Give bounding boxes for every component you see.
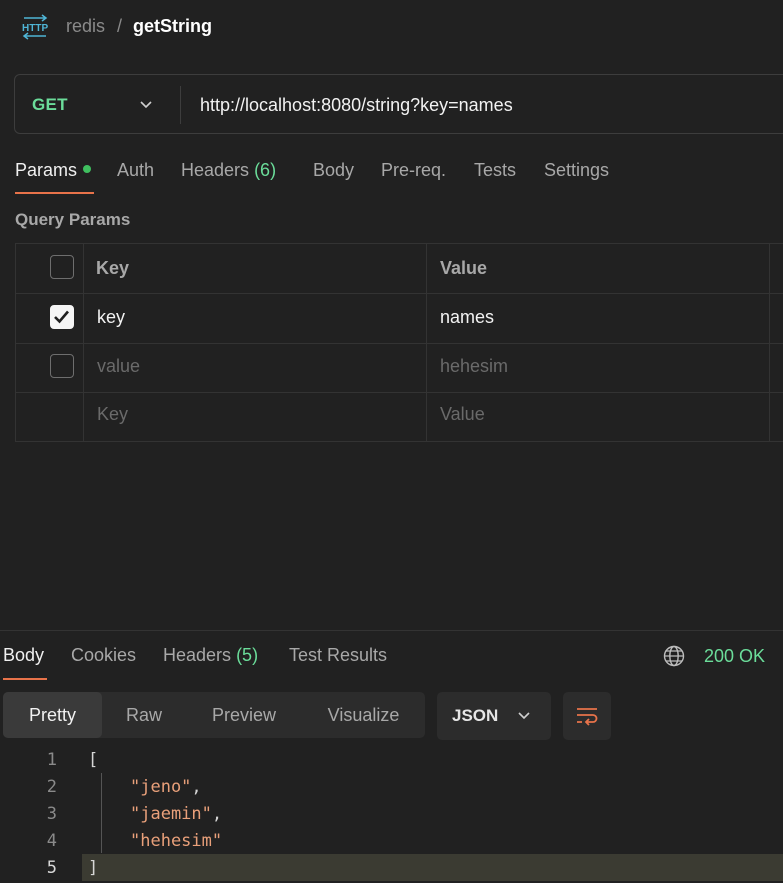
current-line-highlight (82, 854, 783, 881)
line-number: 3 (46, 804, 57, 824)
json-string: "jeno" (130, 777, 192, 797)
row-divider (15, 343, 783, 344)
request-name[interactable]: getString (133, 16, 212, 37)
response-divider (0, 630, 783, 631)
new-param-value-input[interactable]: Value (440, 404, 485, 425)
tab-label: Headers (163, 645, 232, 665)
row-divider (15, 293, 783, 294)
response-headers-count: (5) (236, 645, 259, 665)
line-number: 1 (46, 750, 57, 770)
tab-label: Params (15, 160, 78, 180)
tab-pre-request[interactable]: Pre-req. (381, 160, 446, 181)
param-checkbox[interactable] (50, 354, 74, 378)
active-tab-indicator (3, 678, 47, 680)
column-header-key: Key (96, 258, 130, 278)
row-divider (15, 392, 783, 393)
json-string: "hehesim" (130, 831, 223, 851)
active-tab-indicator (15, 192, 94, 194)
tab-tests[interactable]: Tests (474, 160, 516, 181)
url-input[interactable]: http://localhost:8080/string?key=names (200, 95, 513, 116)
new-param-key-input[interactable]: Key (97, 404, 128, 425)
chevron-down-icon[interactable] (138, 97, 154, 113)
params-active-dot (83, 165, 92, 174)
tab-test-results[interactable]: Test Results (289, 645, 387, 666)
tab-settings[interactable]: Settings (544, 160, 609, 181)
json-comma: , (211, 804, 223, 824)
tab-headers[interactable]: Headers (6) (181, 160, 276, 181)
indent-guide (101, 773, 102, 853)
wrap-lines-icon (577, 708, 598, 726)
url-divider (180, 86, 181, 124)
code-line: [ (88, 750, 99, 770)
check-icon (54, 310, 69, 324)
code-line: "jaemin", (130, 804, 222, 824)
globe-icon[interactable] (663, 645, 685, 667)
json-string: "jaemin" (130, 804, 212, 824)
status-badge[interactable]: 200 OK (704, 646, 765, 667)
line-number: 5 (46, 858, 57, 878)
http-icon: HTTP (22, 14, 48, 40)
svg-text:HTTP: HTTP (22, 23, 48, 34)
line-number: 2 (46, 777, 57, 797)
code-line: ] (88, 858, 99, 878)
view-mode-pretty[interactable]: Pretty (3, 692, 102, 738)
tab-response-body[interactable]: Body (3, 645, 44, 666)
tab-response-headers[interactable]: Headers (5) (163, 645, 258, 666)
view-mode-preview[interactable]: Preview (186, 692, 302, 738)
param-key-input[interactable]: key (97, 307, 125, 328)
line-number: 4 (46, 831, 57, 851)
breadcrumb-separator: / (117, 16, 123, 36)
json-comma: , (191, 777, 202, 797)
select-all-checkbox[interactable] (50, 255, 74, 279)
code-line: "hehesim" (130, 831, 222, 851)
column-divider (769, 243, 770, 442)
code-line: "jeno", (130, 777, 202, 797)
param-value-input[interactable]: hehesim (440, 356, 508, 377)
param-value-input[interactable]: names (440, 307, 494, 328)
column-divider (83, 243, 84, 442)
tab-body[interactable]: Body (313, 160, 354, 181)
view-mode-segmented: Pretty Raw Preview Visualize (3, 692, 425, 738)
param-key-input[interactable]: value (97, 356, 140, 377)
tab-params[interactable]: Params (15, 160, 92, 181)
tab-label: Headers (181, 160, 250, 180)
view-mode-visualize[interactable]: Visualize (302, 692, 425, 738)
param-checkbox[interactable] (50, 305, 74, 329)
tab-auth[interactable]: Auth (117, 160, 154, 181)
method-select[interactable]: GET (32, 95, 68, 115)
breadcrumb-collection[interactable]: redis (66, 16, 105, 37)
column-divider (426, 243, 427, 442)
column-header-value: Value (440, 258, 488, 278)
tab-cookies[interactable]: Cookies (71, 645, 136, 666)
query-params-title: Query Params (15, 210, 131, 229)
chevron-down-icon (518, 712, 530, 720)
format-label: JSON (452, 706, 499, 725)
headers-count: (6) (254, 160, 277, 180)
view-mode-raw[interactable]: Raw (102, 692, 186, 738)
